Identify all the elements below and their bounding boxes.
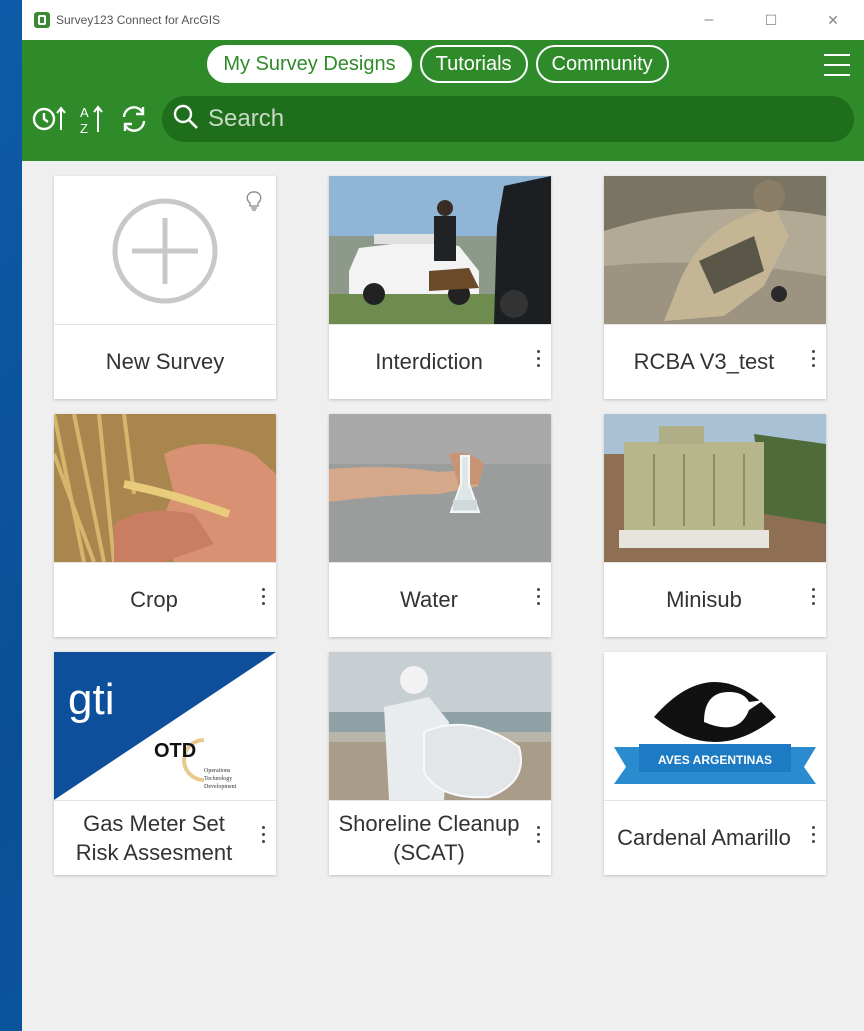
survey-card-interdiction[interactable]: Interdiction [329, 176, 551, 399]
banner-text: AVES ARGENTINAS [658, 753, 772, 767]
card-title: Cardenal Amarillo [617, 825, 791, 850]
interdiction-photo [329, 176, 551, 324]
tab-my-survey-designs[interactable]: My Survey Designs [207, 45, 412, 83]
app-header: My Survey Designs Tutorials Community AZ [22, 40, 864, 161]
rcba-photo [604, 176, 826, 324]
svg-text:Operations: Operations [204, 768, 231, 774]
card-title: Shoreline Cleanup (SCAT) [338, 810, 520, 865]
tab-community[interactable]: Community [535, 45, 669, 83]
minisub-photo [604, 414, 826, 562]
svg-text:gti: gti [68, 675, 114, 724]
new-survey-thumbnail [54, 176, 276, 324]
minimize-button[interactable]: – [678, 0, 740, 40]
new-survey-card[interactable]: New Survey [54, 176, 276, 399]
lightbulb-icon[interactable] [246, 190, 262, 217]
card-title: Crop [130, 587, 178, 612]
more-options-icon[interactable] [806, 822, 820, 852]
search-input[interactable] [206, 104, 810, 134]
sort-by-date-icon[interactable] [32, 99, 68, 139]
title-bar: Survey123 Connect for ArcGIS – ☐ ✕ [22, 0, 864, 40]
more-options-icon[interactable] [806, 584, 820, 614]
aves-argentinas-logo: AVES ARGENTINAS [604, 652, 826, 800]
search-icon [172, 103, 200, 136]
survey-card-cardenal-amarillo[interactable]: AVES ARGENTINAS Cardenal Amarillo [604, 652, 826, 875]
more-options-icon[interactable] [256, 584, 270, 614]
tab-bar: My Survey Designs Tutorials Community [22, 45, 864, 83]
refresh-icon[interactable] [116, 99, 152, 139]
tab-tutorials[interactable]: Tutorials [419, 45, 528, 83]
svg-text:Development: Development [204, 784, 237, 790]
gti-otd-logo: gti OTD Operations Technology Developmen… [54, 652, 276, 800]
survey-card-crop[interactable]: Crop [54, 414, 276, 637]
crop-photo [54, 414, 276, 562]
app-window: Survey123 Connect for ArcGIS – ☐ ✕ My Su… [22, 0, 864, 1031]
survey-card-water[interactable]: Water [329, 414, 551, 637]
card-title: Water [400, 587, 458, 612]
svg-text:OTD: OTD [154, 740, 196, 762]
window-title: Survey123 Connect for ArcGIS [56, 13, 221, 27]
survey-grid: New Survey Interdiction RCBA V3_test Cro… [54, 176, 826, 875]
app-logo-icon [34, 12, 50, 28]
survey-card-shoreline[interactable]: Shoreline Cleanup (SCAT) [329, 652, 551, 875]
close-button[interactable]: ✕ [802, 0, 864, 40]
survey-card-minisub[interactable]: Minisub [604, 414, 826, 637]
card-title: New Survey [105, 349, 225, 374]
survey-card-rcba[interactable]: RCBA V3_test [604, 176, 826, 399]
more-options-icon[interactable] [531, 346, 545, 376]
toolbar: AZ [32, 95, 854, 143]
svg-text:Technology: Technology [204, 776, 232, 782]
more-options-icon[interactable] [256, 822, 270, 852]
sort-alphabetical-icon[interactable]: AZ [74, 99, 110, 139]
card-title: Gas Meter Set Risk Assesment [75, 810, 233, 865]
more-options-icon[interactable] [531, 822, 545, 852]
svg-text:A: A [80, 105, 89, 120]
card-title: Interdiction [375, 349, 483, 374]
card-title: Minisub [666, 587, 742, 612]
shoreline-photo [329, 652, 551, 800]
maximize-button[interactable]: ☐ [740, 0, 802, 40]
more-options-icon[interactable] [531, 584, 545, 614]
search-bar [162, 96, 854, 142]
more-options-icon[interactable] [806, 346, 820, 376]
water-photo [329, 414, 551, 562]
svg-text:Z: Z [80, 121, 88, 136]
card-title: RCBA V3_test [633, 349, 775, 374]
survey-card-gas-meter[interactable]: gti OTD Operations Technology Developmen… [54, 652, 276, 875]
menu-icon[interactable] [824, 54, 850, 76]
